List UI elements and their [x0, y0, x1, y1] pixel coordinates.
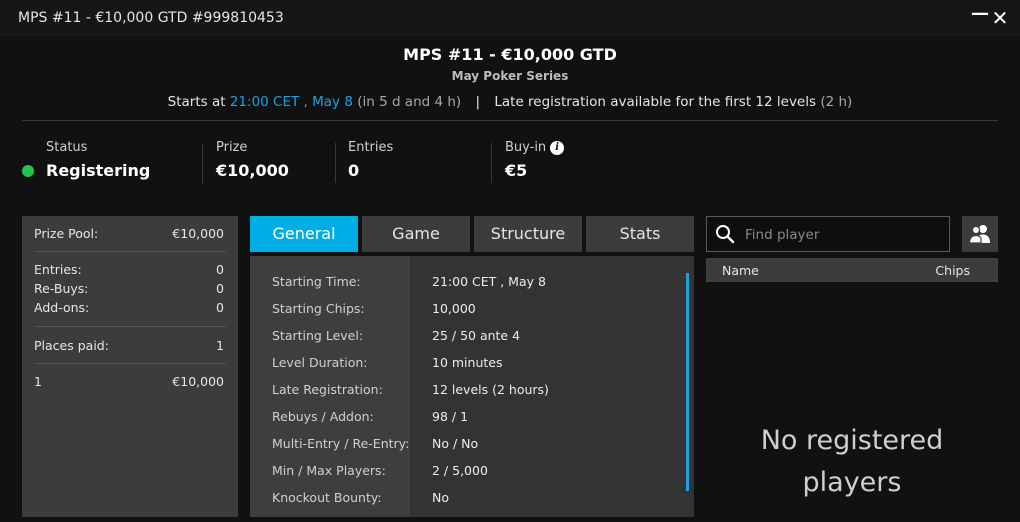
tab-structure[interactable]: Structure: [474, 216, 582, 252]
panel-divider: [34, 326, 226, 327]
places-paid-row: Places paid: 1: [34, 338, 224, 353]
general-row-value: 98 / 1: [432, 409, 469, 424]
start-time: 21:00 CET , May 8: [229, 94, 353, 110]
buyin-stat: Buy-in i €5: [505, 140, 565, 180]
late-registration-text: Late registration available for the firs…: [494, 94, 817, 110]
payout-row: 1 €10,000: [34, 374, 224, 389]
places-paid-label: Places paid:: [34, 338, 109, 353]
general-row-label: Knockout Bounty:: [272, 490, 382, 505]
column-chips-header[interactable]: Chips: [935, 263, 970, 278]
payout-amount: €10,000: [172, 374, 224, 389]
general-row-label: Starting Chips:: [272, 301, 365, 316]
general-row-label: Late Registration:: [272, 382, 383, 397]
general-row-label: Min / Max Players:: [272, 463, 386, 478]
tab-general[interactable]: General: [250, 216, 358, 252]
general-scrollbar[interactable]: [686, 273, 689, 491]
addons-row: Add-ons: 0: [34, 300, 224, 315]
payout-place: 1: [34, 374, 42, 389]
window-titlebar: MPS #11 - €10,000 GTD #999810453 — ✕: [0, 0, 1020, 36]
no-players-line2: players: [802, 467, 902, 498]
status-stat: Status Registering: [46, 140, 150, 180]
late-registration-duration: (2 h): [820, 94, 853, 110]
no-players-line1: No registered: [760, 425, 944, 456]
buyin-label: Buy-in: [505, 140, 547, 155]
general-row-value: 10 minutes: [432, 355, 503, 370]
entries-row-label: Entries:: [34, 262, 82, 277]
players-list-header: Name Chips: [706, 258, 998, 282]
friends-button[interactable]: [962, 216, 998, 252]
addons-label: Add-ons:: [34, 300, 90, 315]
prize-pool-value: €10,000: [172, 226, 224, 241]
prize-stat: Prize €10,000: [216, 140, 289, 180]
stat-divider: [491, 143, 492, 183]
general-row-value: 2 / 5,000: [432, 463, 488, 478]
status-label: Status: [46, 140, 88, 155]
window-title: MPS #11 - €10,000 GTD #999810453: [18, 10, 284, 26]
stat-divider: [335, 143, 336, 183]
no-players-message: No registered players: [706, 420, 998, 504]
starts-prefix: Starts at: [167, 94, 226, 110]
status-value: Registering: [46, 161, 151, 180]
status-indicator-dot: [22, 165, 34, 177]
buyin-label-row: Buy-in i: [505, 140, 565, 155]
entries-label: Entries: [348, 140, 394, 155]
general-row-value: 12 levels (2 hours): [432, 382, 549, 397]
panel-divider: [34, 251, 226, 252]
general-row-value: No / No: [432, 436, 479, 451]
general-row-label: Starting Level:: [272, 328, 364, 343]
panel-divider: [34, 363, 226, 364]
info-separator: |: [475, 94, 481, 110]
rebuys-value: 0: [216, 281, 224, 296]
prize-label: Prize: [216, 140, 248, 155]
stat-divider: [202, 143, 203, 183]
rebuys-label: Re-Buys:: [34, 281, 89, 296]
addons-value: 0: [216, 300, 224, 315]
tournament-series: May Poker Series: [451, 69, 569, 83]
find-player-search[interactable]: Find player: [706, 216, 950, 252]
general-row-value: No: [432, 490, 449, 505]
search-placeholder: Find player: [745, 227, 820, 243]
tab-stats[interactable]: Stats: [586, 216, 694, 252]
tab-game[interactable]: Game: [362, 216, 470, 252]
prize-pool-row: Prize Pool: €10,000: [34, 226, 224, 241]
friends-icon: [969, 225, 990, 244]
info-icon[interactable]: i: [550, 141, 565, 155]
entries-value: 0: [348, 161, 360, 180]
search-icon: [716, 225, 735, 244]
prize-value: €10,000: [216, 161, 289, 180]
close-icon[interactable]: ✕: [990, 8, 1010, 28]
rebuys-row: Re-Buys: 0: [34, 281, 224, 296]
buyin-value: €5: [505, 161, 528, 180]
general-row-label: Level Duration:: [272, 355, 368, 370]
places-paid-value: 1: [216, 338, 224, 353]
prize-pool-panel: Prize Pool: €10,000 Entries: 0 Re-Buys: …: [22, 216, 238, 517]
entries-stat: Entries 0: [348, 140, 393, 180]
column-name-header[interactable]: Name: [722, 263, 759, 278]
tournament-title: MPS #11 - €10,000 GTD: [403, 45, 617, 64]
general-row-label: Multi-Entry / Re-Entry:: [272, 436, 410, 451]
general-row-value: 21:00 CET , May 8: [432, 274, 546, 289]
prize-pool-label: Prize Pool:: [34, 226, 99, 241]
general-row-label: Starting Time:: [272, 274, 361, 289]
general-row-value: 25 / 50 ante 4: [432, 328, 521, 343]
general-row-value: 10,000: [432, 301, 476, 316]
countdown: (in 5 d and 4 h): [357, 94, 462, 110]
entries-row-value: 0: [216, 262, 224, 277]
general-info-panel: Starting Time: 21:00 CET , May 8 Startin…: [250, 256, 694, 517]
start-info-line: Starts at 21:00 CET , May 8 (in 5 d and …: [0, 94, 1020, 110]
minimize-icon[interactable]: —: [970, 4, 990, 24]
entries-row: Entries: 0: [34, 262, 224, 277]
general-row-label: Rebuys / Addon:: [272, 409, 374, 424]
header-divider: [22, 120, 998, 121]
